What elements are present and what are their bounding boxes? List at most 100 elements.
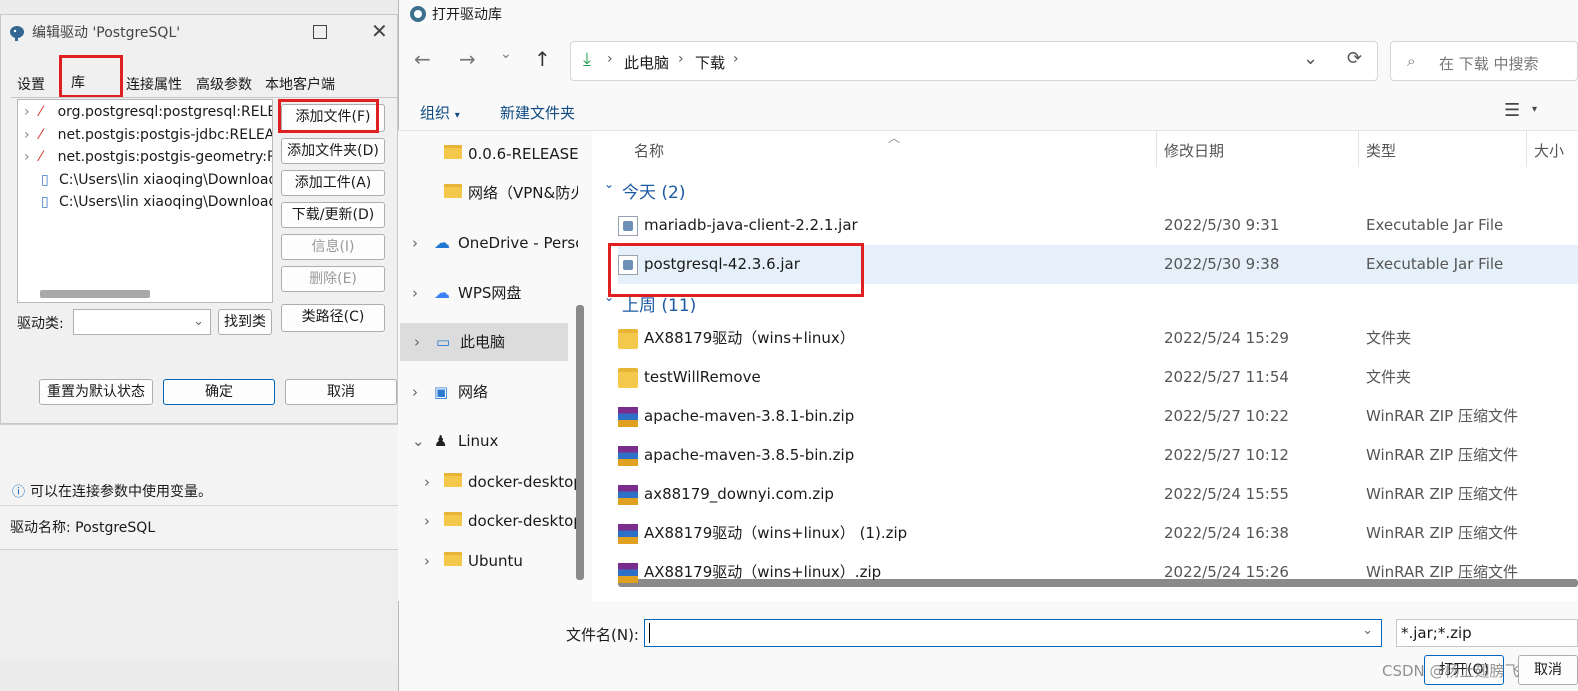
expand-chevron-icon[interactable]: ›: [412, 274, 418, 312]
close-icon[interactable]: ✕: [371, 19, 388, 43]
library-tree[interactable]: › ⁄ org.postgresql:postgresql:RELEASE › ⁄ net…: [17, 99, 273, 303]
column-header-date[interactable]: 修改日期: [1164, 140, 1224, 161]
group-header-today[interactable]: 今天 (2): [622, 178, 685, 203]
file-row[interactable]: AX88179驱动（wins+linux） (1).zip 2022/5/24 1…: [618, 514, 1578, 553]
file-row[interactable]: apache-maven-3.8.1-bin.zip 2022/5/27 10:2…: [618, 397, 1578, 436]
new-folder-button[interactable]: 新建文件夹: [500, 102, 575, 123]
nav-item[interactable]: › ▣ 网络: [398, 373, 578, 411]
ok-button[interactable]: 确定: [163, 379, 275, 405]
file-date: 2022/5/27 11:54: [1164, 368, 1289, 386]
nav-item[interactable]: › docker-desktop-data: [398, 502, 578, 540]
nav-item[interactable]: › ▭ 此电脑: [400, 323, 568, 361]
column-divider: [1526, 131, 1527, 167]
file-row[interactable]: AX88179驱动（wins+linux）.zip 2022/5/24 15:26…: [618, 553, 1578, 592]
search-input[interactable]: 在 下载 中搜索: [1439, 53, 1539, 74]
expand-chevron-icon[interactable]: ›: [424, 542, 430, 580]
column-divider: [1156, 131, 1157, 167]
file-row[interactable]: testWillRemove 2022/5/27 11:54 文件夹: [618, 358, 1578, 397]
download-update-button[interactable]: 下载/更新(D): [281, 202, 385, 228]
delete-button[interactable]: 删除(E): [281, 266, 385, 292]
file-type: WinRAR ZIP 压缩文件: [1366, 524, 1518, 542]
file-type: Executable Jar File: [1366, 216, 1504, 234]
organize-button[interactable]: 组织 ▾: [420, 102, 460, 123]
add-folder-button[interactable]: 添加文件夹(D): [281, 138, 385, 164]
add-artifact-button[interactable]: 添加工件(A): [281, 170, 385, 196]
nav-item[interactable]: › docker-desktop: [398, 463, 578, 501]
tab-native-client[interactable]: 本地客户端: [265, 74, 335, 96]
horizontal-scrollbar[interactable]: [40, 290, 150, 298]
csdn-watermark: CSDN @杨上翅膀飞: [1382, 662, 1520, 680]
file-row[interactable]: AX88179驱动（wins+linux） 2022/5/24 15:29 文件夹: [618, 319, 1578, 358]
expand-chevron-icon[interactable]: ›: [424, 463, 430, 501]
expand-chevron-icon[interactable]: ›: [24, 104, 30, 120]
tab-settings[interactable]: 设置: [17, 74, 45, 96]
maven-artifact-icon: ⁄: [39, 149, 42, 165]
breadcrumb-downloads[interactable]: 下载: [695, 52, 725, 73]
expand-chevron-icon[interactable]: ›: [424, 502, 430, 540]
back-arrow-icon[interactable]: ←: [414, 47, 431, 71]
file-type: WinRAR ZIP 压缩文件: [1366, 563, 1518, 581]
forward-arrow-icon[interactable]: →: [459, 47, 476, 71]
expand-chevron-icon[interactable]: ›: [412, 373, 418, 411]
column-header-type[interactable]: 类型: [1366, 140, 1396, 161]
column-header-size[interactable]: 大小: [1534, 140, 1564, 161]
cancel-button[interactable]: 取消: [285, 379, 397, 405]
nav-item[interactable]: 网络（VPN&防火墙）: [398, 174, 578, 212]
nav-item[interactable]: 0.0.6-RELEASE: [398, 135, 578, 173]
tab-connection-properties[interactable]: 连接属性: [126, 74, 182, 96]
file-date: 2022/5/24 15:55: [1164, 485, 1289, 503]
cloud-icon: ☁: [434, 283, 450, 302]
jar-file-icon: [618, 216, 638, 236]
maximize-icon[interactable]: [313, 25, 327, 39]
chevron-down-icon[interactable]: ⌄: [1303, 48, 1318, 69]
file-row[interactable]: apache-maven-3.8.5-bin.zip 2022/5/27 10:1…: [618, 436, 1578, 475]
driver-name-text: 驱动名称: PostgreSQL: [10, 520, 156, 536]
expand-chevron-icon[interactable]: ⌄: [412, 422, 425, 460]
library-tree-item[interactable]: › ⁄ org.postgresql:postgresql:RELEASE: [24, 101, 272, 123]
nav-item[interactable]: ⌄ ♟ Linux: [398, 422, 578, 460]
column-header-name[interactable]: 名称: [634, 140, 664, 161]
expand-chevron-icon[interactable]: ›: [24, 127, 30, 143]
address-bar[interactable]: ⤓ › 此电脑 › 下载 › ⌄ ⟳: [570, 41, 1378, 81]
chevron-down-icon[interactable]: ⌄: [1362, 623, 1373, 638]
recent-chevron-icon[interactable]: ⌄: [500, 46, 512, 62]
file-row[interactable]: mariadb-java-client-2.2.1.jar 2022/5/30 9…: [618, 206, 1578, 245]
driver-class-select[interactable]: ⌄: [73, 309, 211, 335]
nav-item[interactable]: › Ubuntu: [398, 542, 578, 580]
class-path-button[interactable]: 类路径(C): [281, 304, 385, 332]
expand-chevron-icon[interactable]: ›: [24, 149, 30, 165]
library-tree-item[interactable]: ▯ C:\Users\lin xiaoqing\Downloads: [24, 191, 272, 213]
zip-archive-icon: [618, 446, 638, 466]
dialog-title: 编辑驱动 'PostgreSQL': [32, 25, 181, 41]
expand-chevron-icon[interactable]: ›: [414, 323, 420, 361]
reset-default-button[interactable]: 重置为默认状态: [39, 379, 153, 405]
nav-item[interactable]: › ☁ OneDrive - Personal: [398, 224, 578, 262]
zip-archive-icon: [618, 563, 638, 583]
file-date: 2022/5/27 10:22: [1164, 407, 1289, 425]
nav-item[interactable]: › ☁ WPS网盘: [398, 274, 578, 312]
caret-down-icon[interactable]: ▾: [1532, 104, 1537, 115]
expand-chevron-icon[interactable]: ›: [412, 224, 418, 262]
library-tree-item[interactable]: ▯ C:\Users\lin xiaoqing\Downloads: [24, 169, 272, 191]
file-type-filter[interactable]: *.jar;*.zip: [1396, 619, 1578, 647]
library-tree-item-label: org.postgresql:postgresql:RELEASE: [57, 104, 272, 120]
library-tree-item[interactable]: › ⁄ net.postgis:postgis-geometry:RELEASE: [24, 146, 272, 168]
find-class-button[interactable]: 找到类: [218, 309, 272, 335]
navigation-pane[interactable]: 0.0.6-RELEASE 网络（VPN&防火墙） › ☁ OneDrive - Per…: [398, 131, 578, 601]
info-button[interactable]: 信息(I): [281, 234, 385, 260]
refresh-icon[interactable]: ⟳: [1347, 48, 1362, 69]
cancel-open-button[interactable]: 取消: [1518, 655, 1578, 685]
file-name: apache-maven-3.8.1-bin.zip: [644, 407, 855, 425]
library-tree-item[interactable]: › ⁄ net.postgis:postgis-jdbc:RELEASE: [24, 124, 272, 146]
up-arrow-icon[interactable]: ↑: [534, 47, 551, 71]
nav-pane-scrollbar[interactable]: [576, 305, 584, 580]
file-row[interactable]: ax88179_downyi.com.zip 2022/5/24 15:55 Win…: [618, 475, 1578, 514]
group-collapse-icon[interactable]: ⌄: [604, 177, 614, 191]
filename-input[interactable]: ⌄: [644, 619, 1382, 647]
search-box[interactable]: ⌕ 在 下载 中搜索: [1390, 41, 1578, 81]
search-icon: ⌕: [1407, 52, 1416, 70]
view-options-icon[interactable]: ☰: [1504, 100, 1520, 121]
sort-ascending-icon: ︿: [888, 131, 901, 145]
tab-advanced-parameters[interactable]: 高级参数: [196, 74, 252, 96]
breadcrumb-this-pc[interactable]: 此电脑: [624, 52, 669, 73]
